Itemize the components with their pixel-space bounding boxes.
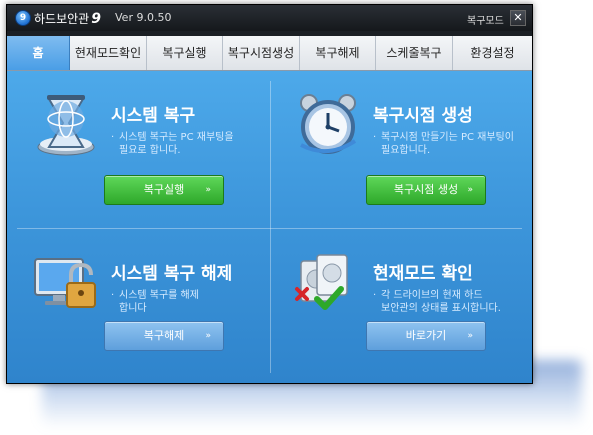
chevron-right-icon: » [205,185,211,195]
panel-title: 시스템 복구 [111,106,196,126]
chevron-right-icon: » [467,185,473,195]
tab-schedule-restore[interactable]: 스케줄복구 [376,36,453,70]
chevron-right-icon: » [467,331,473,341]
drives-check-icon [293,247,363,317]
app-name: 하드보안관 [34,12,90,26]
panel-check-mode: 현재모드 확인 각 드라이브의 현재 하드 보안관의 상태를 표시합니다. 바로… [269,229,531,385]
restore-mode-link[interactable]: 복구모드 [467,12,504,27]
panel-title: 시스템 복구 해제 [111,264,233,284]
panel-description: 시스템 복구를 해제 합니다 [111,289,279,315]
button-label: 복구시점 생성 [393,183,459,196]
tab-bar: 홈 현재모드확인 복구실행 복구시점생성 복구해제 스케줄복구 환경설정 [7,36,532,71]
app-version-mark: 9 [91,11,101,27]
chevron-right-icon: » [205,331,211,341]
tab-restore-run[interactable]: 복구실행 [147,36,223,70]
app-window: 9 하드보안관 9 Ver 9.0.50 복구모드 ✕ 홈 현재모드확인 복구실행… [6,4,533,384]
alarm-clock-icon [293,89,363,159]
app-logo-icon: 9 [15,10,31,26]
title-bar: 9 하드보안관 9 Ver 9.0.50 복구모드 ✕ [7,5,532,31]
button-label: 복구실행 [143,183,185,196]
panel-description: 각 드라이브의 현재 하드 보안관의 상태를 표시합니다. [373,289,541,315]
tab-current-mode[interactable]: 현재모드확인 [70,36,147,70]
panel-description: 복구시점 만들기는 PC 재부팅이 필요합니다. [373,131,541,157]
create-restore-point-button[interactable]: 복구시점 생성 » [366,175,486,205]
restore-run-button[interactable]: 복구실행 » [104,175,224,205]
monitor-padlock-icon [31,247,101,317]
tab-restore-release[interactable]: 복구해제 [300,36,376,70]
panel-release-restore: 시스템 복구 해제 시스템 복구를 해제 합니다 복구해제 » [7,229,269,385]
restore-release-button[interactable]: 복구해제 » [104,321,224,351]
button-label: 복구해제 [143,329,185,342]
tab-home[interactable]: 홈 [7,36,70,70]
panel-title: 현재모드 확인 [373,264,473,284]
restore-hourglass-icon [31,89,101,159]
panel-system-restore: 시스템 복구 시스템 복구는 PC 재부팅을 필요로 합니다. 복구실행 » [7,71,269,227]
panel-title: 복구시점 생성 [373,106,473,126]
main-content: 시스템 복구 시스템 복구는 PC 재부팅을 필요로 합니다. 복구실행 » [7,71,532,383]
tab-settings[interactable]: 환경설정 [453,36,532,70]
tab-restore-point[interactable]: 복구시점생성 [223,36,300,70]
go-to-button[interactable]: 바로가기 » [366,321,486,351]
app-title: 하드보안관 9 [34,10,101,27]
close-button[interactable]: ✕ [510,10,526,26]
panel-create-restore-point: 복구시점 생성 복구시점 만들기는 PC 재부팅이 필요합니다. 복구시점 생성… [269,71,531,227]
app-version: Ver 9.0.50 [115,11,172,24]
button-label: 바로가기 [405,329,447,342]
panel-description: 시스템 복구는 PC 재부팅을 필요로 합니다. [111,131,279,157]
